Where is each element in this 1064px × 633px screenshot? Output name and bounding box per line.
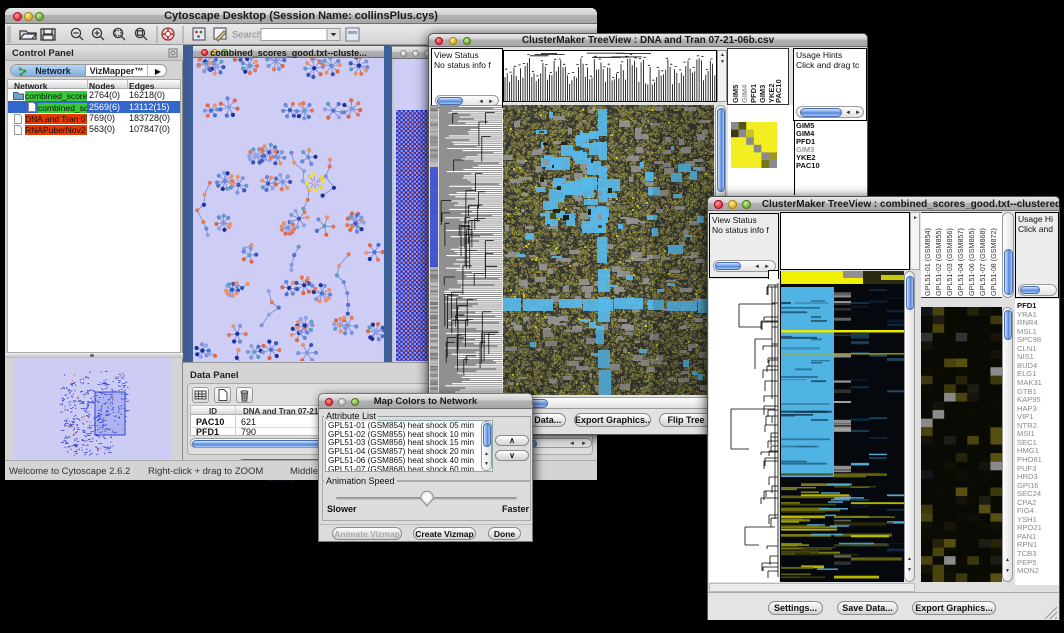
svg-text:PFD1: PFD1 bbox=[749, 84, 758, 103]
svg-text:GIM3: GIM3 bbox=[758, 85, 767, 103]
svg-text:Search:: Search: bbox=[232, 30, 265, 41]
svg-text:GIM4: GIM4 bbox=[740, 84, 749, 103]
svg-text:GPL51-07 (GSM868): GPL51-07 (GSM868) bbox=[978, 228, 987, 296]
svg-text:PAC10: PAC10 bbox=[774, 79, 782, 103]
svg-text:GPL51-03 (GSM856): GPL51-03 (GSM856) bbox=[945, 228, 954, 296]
svg-text:GPL51-08 (GSM872): GPL51-08 (GSM872) bbox=[989, 228, 998, 296]
svg-text:GPL51-06 (GSM865): GPL51-06 (GSM865) bbox=[967, 228, 976, 296]
svg-text:GIM5: GIM5 bbox=[731, 85, 740, 103]
svg-text:GPL51-04 (GSM857): GPL51-04 (GSM857) bbox=[956, 228, 965, 296]
svg-text:GPL51-02 (GSM855): GPL51-02 (GSM855) bbox=[934, 228, 943, 296]
svg-text:GPL51-01 (GSM854): GPL51-01 (GSM854) bbox=[923, 228, 932, 296]
